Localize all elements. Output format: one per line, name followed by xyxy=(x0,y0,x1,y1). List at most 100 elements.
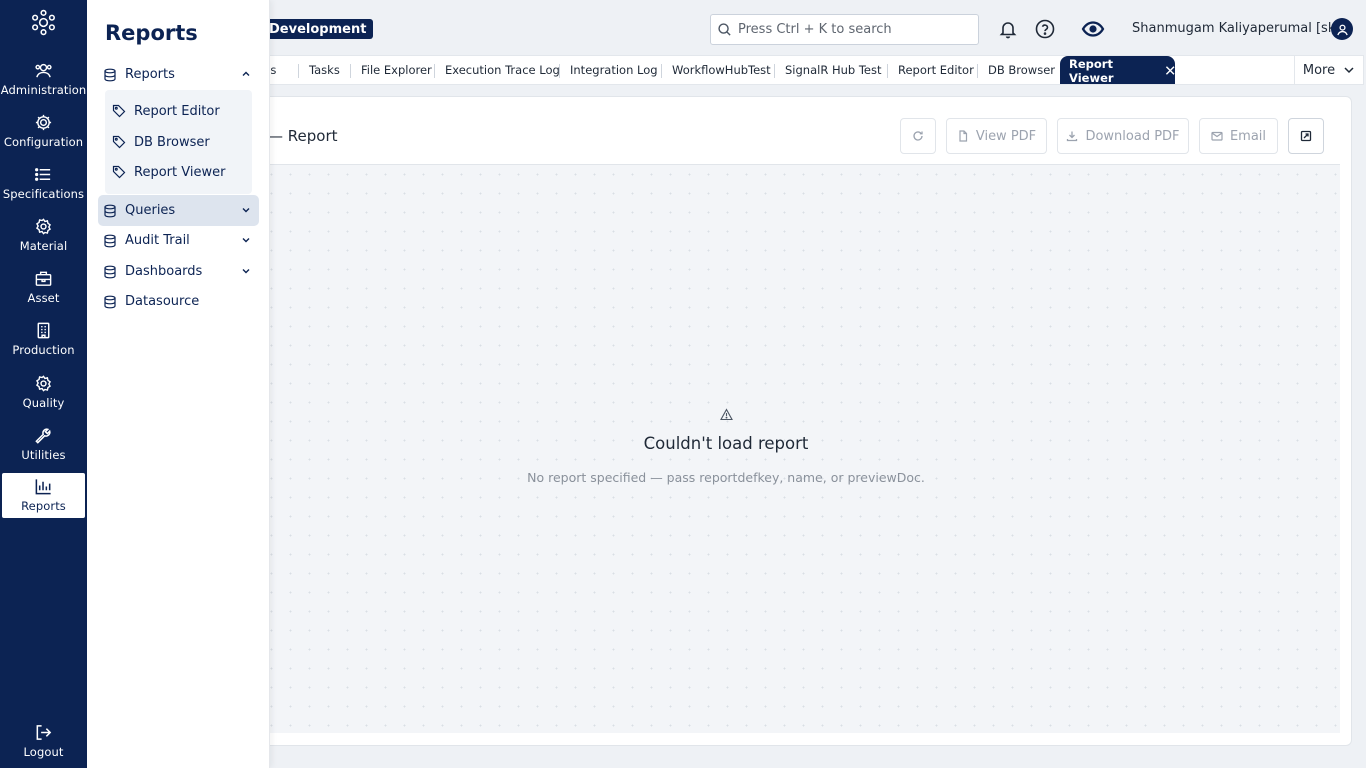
chevron-down-icon xyxy=(242,208,250,213)
download-pdf-button[interactable]: Download PDF xyxy=(1057,118,1189,154)
flyout-group-dashboards[interactable]: Dashboards xyxy=(98,256,259,287)
left-rail: Administration Configuration Specificati… xyxy=(0,0,87,768)
rail-label: Asset xyxy=(27,291,60,305)
tab-db-browser[interactable]: DB Browser xyxy=(988,63,1055,77)
gear-icon xyxy=(35,114,52,131)
tab-divider xyxy=(298,64,299,78)
fullscreen-button[interactable] xyxy=(1288,118,1324,154)
rail-label: Material xyxy=(19,239,68,253)
file-icon xyxy=(959,130,967,142)
expand-icon xyxy=(1300,130,1312,142)
rail-item-quality[interactable]: Quality xyxy=(2,371,85,417)
rail-label: Specifications xyxy=(2,187,85,201)
flyout-group-label: Audit Trail xyxy=(125,233,190,248)
rail-item-configuration[interactable]: Configuration xyxy=(2,110,85,156)
mail-icon xyxy=(1211,131,1223,141)
database-icon xyxy=(104,68,116,81)
tab-label: Report Viewer xyxy=(1069,56,1114,85)
avatar[interactable] xyxy=(1331,18,1353,40)
tab-divider xyxy=(434,64,435,78)
tag-icon xyxy=(112,165,126,179)
flyout-group-label: Reports xyxy=(125,67,175,82)
bell-icon[interactable] xyxy=(997,18,1019,40)
report-title: — Report xyxy=(268,127,338,145)
rail-item-material[interactable]: Material xyxy=(2,214,85,260)
submenu-db-browser[interactable]: DB Browser xyxy=(112,127,252,157)
global-search[interactable] xyxy=(710,14,979,45)
user-name[interactable]: Shanmugam Kaliyaperumal [sk] xyxy=(1132,21,1340,36)
download-pdf-label: Download PDF xyxy=(1085,128,1180,144)
chevron-down-icon xyxy=(242,269,250,274)
view-pdf-button[interactable]: View PDF xyxy=(946,118,1047,154)
rail-label: Quality xyxy=(22,396,65,410)
tab-divider xyxy=(559,64,560,78)
flyout-group-queries[interactable]: Queries xyxy=(98,195,259,226)
flyout-item-label: Datasource xyxy=(125,294,200,309)
rail-label: Reports xyxy=(21,499,66,513)
help-icon[interactable] xyxy=(1034,18,1056,40)
more-label: More xyxy=(1302,62,1336,78)
tab-divider xyxy=(977,64,978,78)
submenu-report-viewer[interactable]: Report Viewer xyxy=(112,157,252,187)
logout-button[interactable]: Logout xyxy=(2,720,85,766)
rail-item-administration[interactable]: Administration xyxy=(0,58,87,104)
tab-ons[interactable]: ons xyxy=(270,63,276,77)
tab-strip: ons Tasks File Explorer Execution Trace … xyxy=(270,55,1295,85)
logout-icon xyxy=(36,725,52,740)
rail-label: Production xyxy=(12,343,75,357)
tab-execution-trace-log[interactable]: Execution Trace Log xyxy=(445,63,560,77)
search-input[interactable] xyxy=(738,22,968,37)
app-logo-icon[interactable] xyxy=(30,9,57,36)
list-icon xyxy=(35,168,51,181)
tag-icon xyxy=(112,104,126,118)
email-label: Email xyxy=(1229,128,1267,144)
flyout-group-audit-trail[interactable]: Audit Trail xyxy=(98,225,259,256)
tab-file-explorer[interactable]: File Explorer xyxy=(361,63,432,77)
submenu-report-editor[interactable]: Report Editor xyxy=(112,96,252,126)
rail-label: Configuration xyxy=(3,135,84,149)
tab-report-viewer[interactable]: Report Viewer xyxy=(1060,56,1175,85)
rail-item-production[interactable]: Production xyxy=(2,318,85,364)
flyout-group-reports[interactable]: Reports xyxy=(98,59,259,90)
environment-badge: Development xyxy=(262,19,374,39)
eye-toggle-icon[interactable] xyxy=(1081,18,1105,40)
reports-flyout: Reports Reports Report Editor DB Browser… xyxy=(87,0,270,768)
tab-report-editor[interactable]: Report Editor xyxy=(898,63,974,77)
cog-icon xyxy=(36,218,51,235)
email-button[interactable]: Email xyxy=(1199,118,1278,154)
submenu-label: Report Viewer xyxy=(134,164,226,180)
submenu-label: DB Browser xyxy=(134,134,210,150)
rail-item-specifications[interactable]: Specifications xyxy=(2,162,85,208)
tab-divider xyxy=(774,64,775,78)
toolbox-icon xyxy=(35,271,52,286)
database-icon xyxy=(104,295,116,308)
tab-workflowhubtest[interactable]: WorkflowHubTest xyxy=(672,63,771,77)
tab-divider xyxy=(661,64,662,78)
flyout-title: Reports xyxy=(105,21,198,45)
tag-icon xyxy=(112,135,126,149)
refresh-icon xyxy=(913,131,923,141)
tab-integration-log[interactable]: Integration Log xyxy=(570,63,658,77)
search-icon xyxy=(718,23,731,36)
tab-signalr-hub-test[interactable]: SignalR Hub Test xyxy=(785,63,882,77)
submenu-label: Report Editor xyxy=(134,103,220,119)
download-icon xyxy=(1067,131,1078,142)
view-pdf-label: View PDF xyxy=(975,128,1037,144)
tabs-more-button[interactable]: More xyxy=(1294,55,1364,85)
flyout-item-datasource[interactable]: Datasource xyxy=(98,286,259,317)
refresh-button[interactable] xyxy=(900,118,936,154)
gear-check-icon xyxy=(36,375,51,392)
warning-icon xyxy=(720,408,733,421)
logout-label: Logout xyxy=(23,745,64,759)
flyout-group-label: Dashboards xyxy=(125,264,203,279)
rail-label: Administration xyxy=(0,83,87,97)
chevron-up-icon xyxy=(242,71,250,76)
tab-tasks[interactable]: Tasks xyxy=(309,63,340,77)
close-icon[interactable] xyxy=(1165,65,1175,76)
flyout-group-label: Queries xyxy=(125,203,176,218)
user-icon xyxy=(1336,24,1348,35)
rail-item-asset[interactable]: Asset xyxy=(2,266,85,312)
database-icon xyxy=(104,265,116,278)
chevron-down-icon xyxy=(242,238,250,243)
database-icon xyxy=(104,234,116,247)
